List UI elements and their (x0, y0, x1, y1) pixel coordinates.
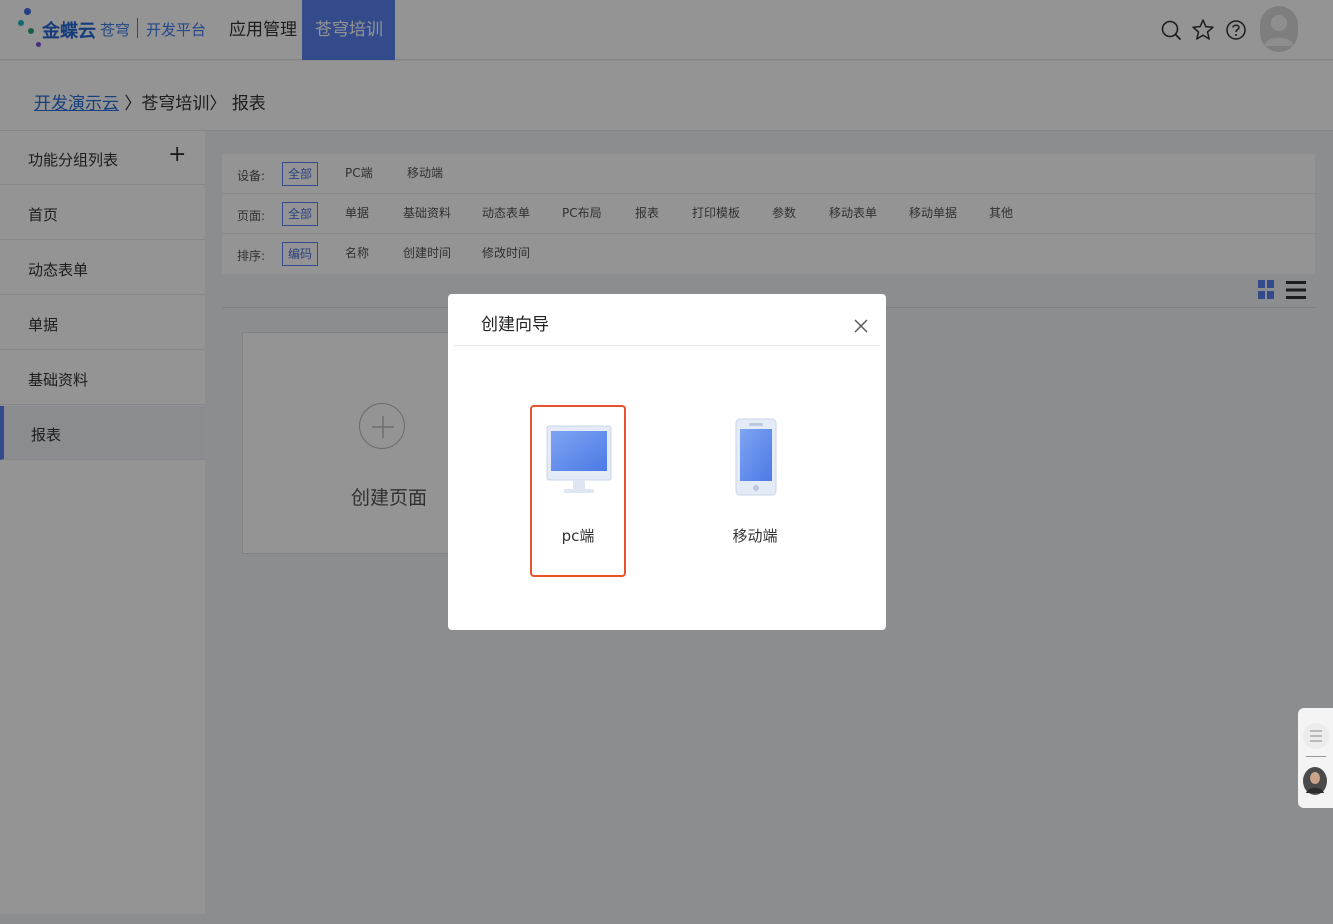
create-wizard-dialog: 创建向导 pc端 移动端 (448, 294, 886, 630)
assistant-avatar-icon[interactable] (1302, 766, 1328, 796)
mobile-option-button[interactable]: 移动端 (707, 405, 803, 577)
menu-lines-icon[interactable] (1302, 722, 1330, 750)
phone-icon (735, 418, 777, 496)
floating-toolbar (1298, 708, 1333, 808)
dialog-divider (454, 345, 880, 346)
pc-option-button[interactable]: pc端 (530, 405, 626, 577)
monitor-icon (546, 425, 612, 493)
toolbar-divider (1306, 756, 1326, 757)
pc-option-label: pc端 (561, 527, 595, 545)
mobile-option-label: 移动端 (732, 527, 778, 545)
close-icon[interactable] (851, 316, 871, 336)
dialog-title: 创建向导 (481, 315, 549, 335)
